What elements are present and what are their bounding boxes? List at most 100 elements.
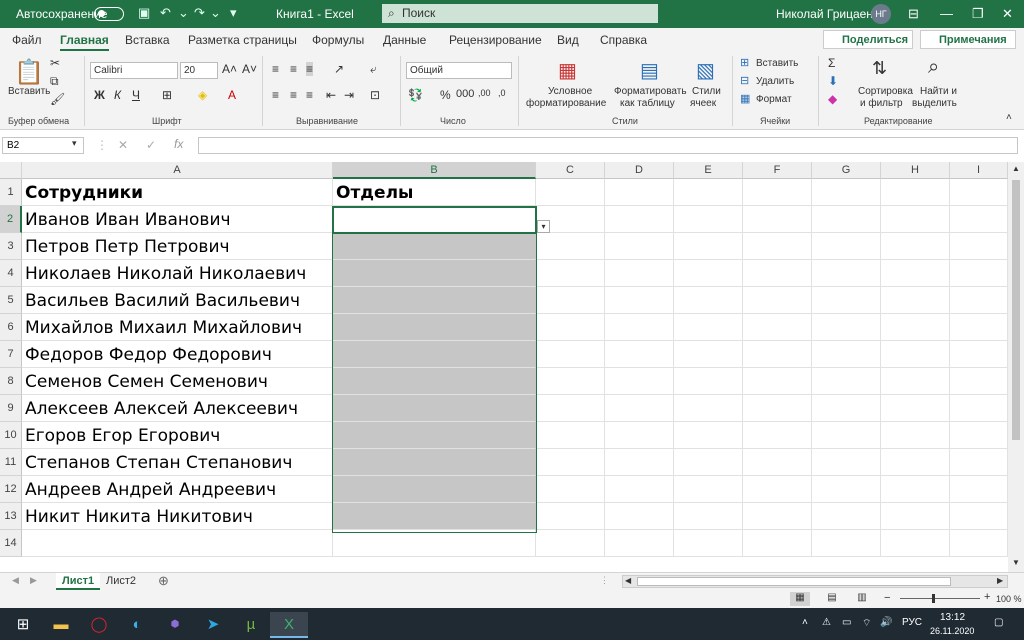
share-button[interactable]: Поделиться bbox=[823, 30, 913, 49]
cell-g8[interactable] bbox=[812, 368, 881, 395]
avatar[interactable]: НГ bbox=[871, 4, 891, 24]
column-header-g[interactable]: G bbox=[812, 162, 881, 179]
fill-color-icon[interactable]: ◈ bbox=[198, 88, 207, 102]
cell-h13[interactable] bbox=[881, 503, 950, 530]
underline-button[interactable]: Ч bbox=[132, 88, 140, 102]
borders-icon[interactable]: ⊞ bbox=[162, 88, 172, 102]
autosave-toggle[interactable] bbox=[94, 7, 124, 21]
cell-i13[interactable] bbox=[950, 503, 1008, 530]
file-explorer-icon[interactable]: ▬ bbox=[42, 612, 80, 638]
windows-start-icon[interactable]: ⊞ bbox=[4, 612, 42, 638]
accounting-format-icon[interactable]: 💱 bbox=[408, 88, 423, 102]
scroll-down-icon[interactable]: ▼ bbox=[1012, 558, 1020, 567]
cell-d1[interactable] bbox=[605, 179, 674, 206]
column-header-h[interactable]: H bbox=[881, 162, 950, 179]
cell-e7[interactable] bbox=[674, 341, 743, 368]
tab-split-icon[interactable]: ⋮ bbox=[600, 575, 609, 586]
formula-input[interactable] bbox=[198, 137, 1018, 154]
increase-indent-icon[interactable]: ⇥ bbox=[344, 88, 354, 102]
tab-data[interactable]: Данные bbox=[383, 33, 426, 47]
row-header-6[interactable]: 6 bbox=[0, 314, 22, 341]
page-layout-view-icon[interactable]: ▤ bbox=[822, 592, 842, 606]
cell-i4[interactable] bbox=[950, 260, 1008, 287]
cell-f3[interactable] bbox=[743, 233, 812, 260]
align-right-icon[interactable]: ≡ bbox=[306, 88, 313, 102]
cell-i8[interactable] bbox=[950, 368, 1008, 395]
cell-g12[interactable] bbox=[812, 476, 881, 503]
format-as-table-icon[interactable]: ▤ bbox=[640, 58, 659, 83]
cell-h8[interactable] bbox=[881, 368, 950, 395]
cancel-icon[interactable]: ✕ bbox=[118, 138, 128, 152]
find-select-icon[interactable]: ⌕ bbox=[928, 56, 939, 79]
tab-home[interactable]: Главная bbox=[60, 33, 109, 51]
user-name[interactable]: Николай Грицаенко bbox=[776, 7, 885, 21]
restore-icon[interactable]: ❐ bbox=[972, 6, 984, 22]
decrease-decimal-icon[interactable]: ,0 bbox=[498, 88, 506, 98]
cell-f12[interactable] bbox=[743, 476, 812, 503]
cell-e13[interactable] bbox=[674, 503, 743, 530]
cell-a3[interactable]: Петров Петр Петрович bbox=[22, 233, 333, 260]
format-cells-icon[interactable]: ▦ bbox=[740, 92, 750, 105]
comma-style-icon[interactable]: 000 bbox=[456, 88, 474, 100]
cell-d4[interactable] bbox=[605, 260, 674, 287]
cell-b14[interactable] bbox=[333, 530, 536, 557]
cell-e3[interactable] bbox=[674, 233, 743, 260]
add-sheet-icon[interactable]: ⊕ bbox=[158, 573, 169, 589]
cell-c10[interactable] bbox=[536, 422, 605, 449]
normal-view-icon[interactable]: ▦ bbox=[790, 592, 810, 606]
tab-review[interactable]: Рецензирование bbox=[449, 33, 542, 47]
cell-e10[interactable] bbox=[674, 422, 743, 449]
cell-c13[interactable] bbox=[536, 503, 605, 530]
decrease-font-icon[interactable]: A˅ bbox=[242, 62, 257, 76]
zoom-slider[interactable] bbox=[900, 598, 980, 599]
cell-e12[interactable] bbox=[674, 476, 743, 503]
notification-icon[interactable]: ⚠ bbox=[822, 617, 831, 628]
customize-qat-icon[interactable]: ▾ bbox=[230, 5, 237, 21]
insert-cells-icon[interactable]: ⊞ bbox=[740, 56, 749, 69]
find-line2[interactable]: выделить bbox=[912, 98, 957, 109]
sort-line2[interactable]: и фильтр bbox=[860, 98, 903, 109]
cut-icon[interactable]: ✂ bbox=[50, 56, 60, 70]
cell-a13[interactable]: Никит Никита Никитович bbox=[22, 503, 333, 530]
cell-styles-icon[interactable]: ▧ bbox=[696, 58, 715, 83]
font-name-select[interactable]: Calibri bbox=[90, 62, 178, 79]
clock-time[interactable]: 13:12 bbox=[940, 612, 965, 623]
cell-e9[interactable] bbox=[674, 395, 743, 422]
tab-help[interactable]: Справка bbox=[600, 33, 647, 47]
cell-g4[interactable] bbox=[812, 260, 881, 287]
tab-view[interactable]: Вид bbox=[557, 33, 579, 47]
volume-icon[interactable]: 🔊 bbox=[880, 617, 892, 628]
font-color-icon[interactable]: A bbox=[228, 88, 236, 102]
increase-decimal-icon[interactable]: ,00 bbox=[478, 88, 491, 98]
cell-d8[interactable] bbox=[605, 368, 674, 395]
find-line1[interactable]: Найти и bbox=[920, 86, 957, 97]
cell-f4[interactable] bbox=[743, 260, 812, 287]
cell-g9[interactable] bbox=[812, 395, 881, 422]
cell-d3[interactable] bbox=[605, 233, 674, 260]
cell-a4[interactable]: Николаев Николай Николаевич bbox=[22, 260, 333, 287]
tab-file[interactable]: Файл bbox=[12, 33, 42, 47]
utorrent-icon[interactable]: µ bbox=[232, 612, 270, 638]
cell-g13[interactable] bbox=[812, 503, 881, 530]
cell-a10[interactable]: Егоров Егор Егорович bbox=[22, 422, 333, 449]
cond-format-line2[interactable]: форматирование bbox=[526, 98, 606, 109]
search-box[interactable]: ⌕ Поиск bbox=[382, 4, 658, 23]
wrap-text-icon[interactable]: ⤶ bbox=[370, 62, 377, 77]
cell-e5[interactable] bbox=[674, 287, 743, 314]
display-icon[interactable]: ▭ bbox=[842, 617, 851, 628]
cell-i1[interactable] bbox=[950, 179, 1008, 206]
cell-f5[interactable] bbox=[743, 287, 812, 314]
cell-d5[interactable] bbox=[605, 287, 674, 314]
horizontal-scroll-thumb[interactable] bbox=[637, 577, 951, 586]
decrease-indent-icon[interactable]: ⇤ bbox=[326, 88, 336, 102]
redo-dropdown-icon[interactable]: ⌄ bbox=[210, 5, 221, 21]
row-header-5[interactable]: 5 bbox=[0, 287, 22, 314]
orientation-icon[interactable]: ↗ bbox=[334, 62, 344, 76]
row-header-9[interactable]: 9 bbox=[0, 395, 22, 422]
zoom-level[interactable]: 100 % bbox=[996, 594, 1022, 604]
action-center-icon[interactable]: ▢ bbox=[994, 617, 1003, 628]
row-header-3[interactable]: 3 bbox=[0, 233, 22, 260]
vertical-scrollbar[interactable]: ▲ ▼ bbox=[1008, 162, 1024, 572]
cell-a1[interactable]: Сотрудники bbox=[22, 179, 333, 206]
cell-a8[interactable]: Семенов Семен Семенович bbox=[22, 368, 333, 395]
